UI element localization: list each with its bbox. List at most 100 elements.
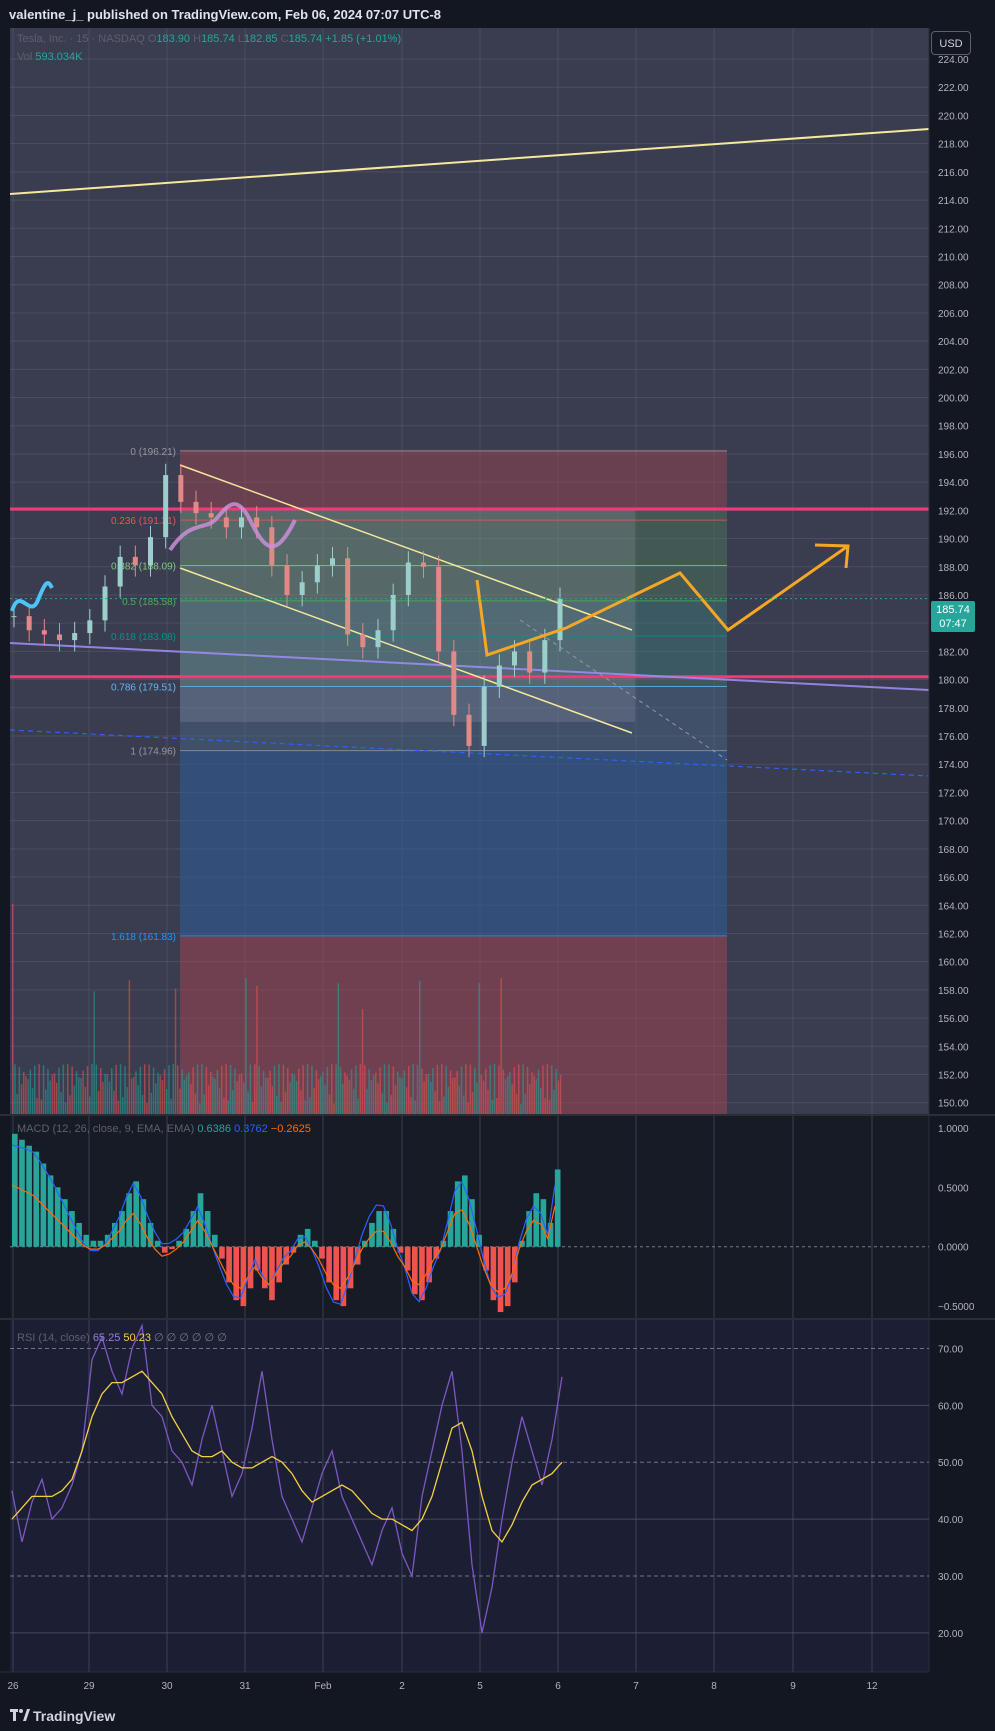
price-axis-tick: 178.00 xyxy=(938,704,969,715)
macd-histogram-bar xyxy=(226,1246,232,1283)
volume-bar xyxy=(108,1081,111,1114)
volume-bar xyxy=(163,1069,166,1114)
volume-bar xyxy=(97,1091,100,1114)
volume-bar xyxy=(194,1093,197,1114)
price-axis-tick: 202.00 xyxy=(938,365,969,376)
macd-histogram-bar xyxy=(483,1246,490,1271)
volume-bar xyxy=(410,1096,412,1114)
volume-bar xyxy=(137,1085,139,1114)
volume-bar xyxy=(504,1079,507,1114)
volume-bar xyxy=(82,1070,84,1114)
volume-bar xyxy=(291,1073,293,1114)
volume-bar xyxy=(309,1097,311,1114)
symbol-label: Tesla, Inc. · 15 · NASDAQ xyxy=(17,33,145,45)
volume-bar xyxy=(300,1090,302,1114)
candle-body xyxy=(87,620,93,634)
volume-bar xyxy=(183,1079,186,1114)
rsi-ma-value: 50.23 xyxy=(123,1332,151,1344)
volume-bar xyxy=(320,1076,322,1114)
candle-body xyxy=(193,501,199,514)
volume-bar xyxy=(465,1064,467,1114)
volume-bar xyxy=(229,1065,232,1114)
volume-bar xyxy=(102,1081,104,1114)
volume-bar xyxy=(414,1100,417,1114)
fib-level-label: 0.618 (183.08) xyxy=(111,632,176,643)
volume-bar xyxy=(144,1064,146,1114)
volume-bar xyxy=(177,1065,179,1114)
time-axis-tick: Feb xyxy=(314,1681,332,1692)
volume-bar xyxy=(491,1099,494,1114)
volume-bar xyxy=(155,1083,157,1114)
macd-histogram-bar xyxy=(26,1145,32,1247)
macd-histogram-bar xyxy=(454,1181,461,1247)
publish-header: valentine_j_ published on TradingView.co… xyxy=(0,0,995,28)
macd-legend: MACD (12, 26, close, 9, EMA, EMA) 0.6386… xyxy=(17,1123,311,1135)
volume-bar xyxy=(507,1076,509,1114)
macd-histogram-bar xyxy=(83,1234,90,1247)
volume-bar xyxy=(469,1064,472,1114)
volume-bar xyxy=(515,1093,518,1114)
price-axis-tick: 204.00 xyxy=(938,337,969,348)
macd-histogram-bar xyxy=(404,1246,411,1271)
volume-bar xyxy=(295,1081,298,1114)
volume-bar xyxy=(71,1066,73,1114)
candle-body xyxy=(239,517,244,528)
time-axis-tick: 8 xyxy=(711,1681,717,1692)
volume-bar xyxy=(221,1065,223,1114)
time-axis-tick: 5 xyxy=(477,1681,483,1692)
volume-bar xyxy=(425,1074,428,1114)
macd-histogram-bar xyxy=(333,1246,340,1301)
candle-body xyxy=(314,565,320,583)
volume-bar xyxy=(247,1091,249,1114)
volume-bar xyxy=(485,1068,487,1114)
volume-bar xyxy=(212,1076,214,1114)
volume-bar xyxy=(353,1088,355,1114)
volume-bar xyxy=(170,1099,172,1114)
volume-bar xyxy=(157,1072,159,1114)
volume-bar xyxy=(225,1064,227,1114)
volume-bar xyxy=(350,1069,353,1114)
volume-bar xyxy=(441,1064,443,1114)
volume-bar xyxy=(128,980,131,1114)
volume-bar xyxy=(64,1102,67,1114)
volume-bar xyxy=(126,1087,128,1114)
macd-histogram-bar xyxy=(269,1246,275,1301)
volume-bar xyxy=(430,1081,432,1114)
macd-histogram-bar xyxy=(154,1240,161,1247)
price-axis-tick: 162.00 xyxy=(938,929,969,940)
volume-bar xyxy=(53,1073,56,1114)
volume-bar xyxy=(526,1066,529,1114)
price-axis-tick: 188.00 xyxy=(938,563,969,574)
volume-bar xyxy=(438,1101,441,1114)
volume-bar xyxy=(260,1086,263,1114)
volume-bar xyxy=(522,1064,524,1114)
volume-bar xyxy=(524,1093,527,1114)
volume-bar xyxy=(348,1079,351,1114)
volume-bar xyxy=(436,1064,439,1114)
volume-bar xyxy=(20,1084,23,1114)
volume-bar xyxy=(559,1074,562,1114)
volume-bar xyxy=(412,1064,414,1114)
volume-bar xyxy=(509,1072,511,1114)
volume-bar xyxy=(174,988,177,1114)
volume-bar xyxy=(232,1090,234,1114)
volume-bar xyxy=(243,1082,245,1114)
volume-bar xyxy=(458,1085,461,1114)
fib-level-label: 1 (174.96) xyxy=(130,747,176,758)
footer: TradingView xyxy=(0,1700,995,1731)
candle-body xyxy=(26,616,32,631)
volume-bar xyxy=(179,1088,181,1114)
volume-bar xyxy=(40,1099,43,1114)
chart-area[interactable]: 224.00222.00220.00218.00216.00214.00212.… xyxy=(0,28,995,1700)
candle-body xyxy=(330,558,335,566)
price-axis-tick: 160.00 xyxy=(938,958,969,969)
macd-label: MACD (12, 26, close, 9, EMA, EMA) xyxy=(17,1123,195,1135)
macd-histogram-bar xyxy=(190,1211,197,1247)
volume-bar xyxy=(42,1065,45,1114)
rsi-value: 65.25 xyxy=(92,1332,121,1344)
volume-bar xyxy=(93,991,95,1114)
volume-bar xyxy=(185,1075,188,1114)
currency-button[interactable]: USD xyxy=(931,31,971,55)
volume-bar xyxy=(408,1065,410,1114)
volume-bar xyxy=(67,1064,69,1114)
